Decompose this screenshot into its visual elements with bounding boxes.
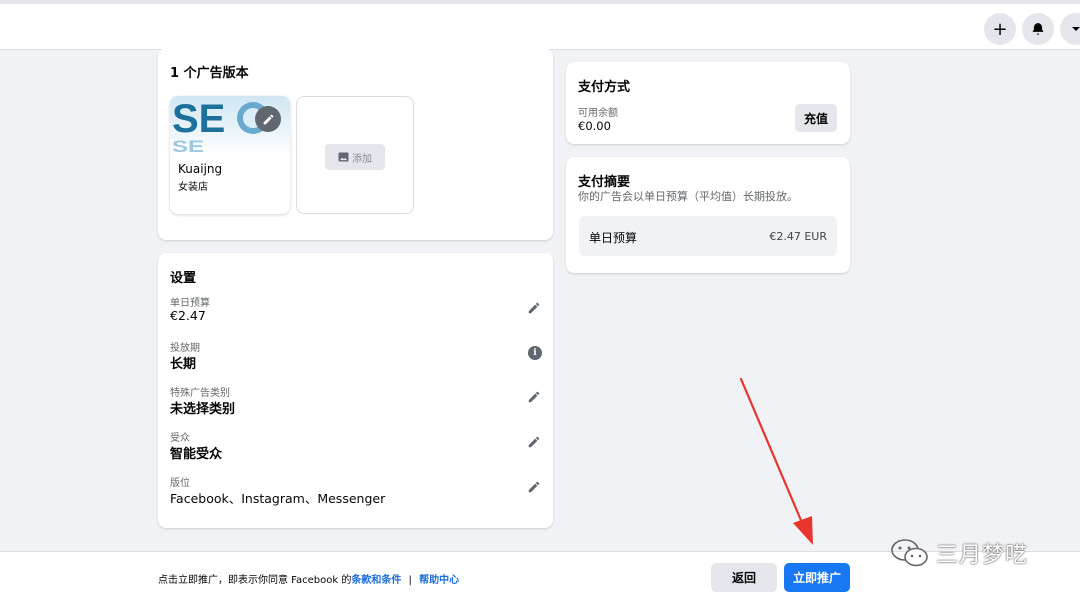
pencil-icon[interactable] — [527, 390, 541, 404]
footer-separator: | — [408, 575, 412, 586]
special-category-label: 特殊广告类别 — [170, 388, 230, 399]
ad-creatives-card: 1 个广告版本 SE SE Kuaijng 女装店 添加 — [158, 48, 553, 240]
pencil-icon[interactable] — [527, 480, 541, 494]
watermark: 三月梦呓 — [890, 537, 1028, 569]
placements-label: 版位 — [170, 478, 190, 489]
audience-label: 受众 — [170, 433, 190, 444]
image-icon — [338, 152, 349, 162]
balance-value: €0.00 — [578, 119, 611, 133]
bell-icon — [1032, 23, 1044, 35]
creatives-title: 1 个广告版本 — [170, 66, 249, 81]
duration-label: 投放期 — [170, 343, 200, 354]
add-creative-button[interactable]: 添加 — [325, 144, 385, 170]
duration-value: 长期 — [170, 357, 197, 372]
help-center-link[interactable]: 帮助中心 — [419, 575, 459, 586]
settings-card: 设置 单日预算 €2.47 投放期 长期 i 特殊广告类别 未选择类别 受众 智… — [158, 253, 553, 528]
daily-budget-value: €2.47 — [170, 308, 206, 323]
plus-icon: + — [992, 18, 1008, 40]
ad-creative-item[interactable]: SE SE Kuaijng 女装店 — [170, 96, 290, 214]
footer-notice-text: 点击立即推广，即表示你同意 Facebook 的 — [158, 575, 352, 586]
daily-budget-label: 单日预算 — [170, 298, 210, 309]
creative-subtitle: 女装店 — [178, 182, 208, 193]
settings-title: 设置 — [170, 271, 197, 286]
notifications-button[interactable] — [1022, 13, 1054, 45]
payment-method-title: 支付方式 — [578, 80, 631, 95]
payment-summary-description: 你的广告会以单日预算（平均值）长期投放。 — [578, 190, 798, 203]
back-button[interactable]: 返回 — [711, 563, 777, 592]
recharge-button[interactable]: 充值 — [795, 104, 837, 132]
add-creative-box: 添加 — [296, 96, 414, 214]
summary-budget-label: 单日预算 — [589, 231, 638, 245]
special-category-value: 未选择类别 — [170, 402, 236, 417]
info-icon[interactable]: i — [528, 346, 542, 360]
watermark-text: 三月梦呓 — [936, 543, 1029, 568]
summary-budget-value: €2.47 EUR — [769, 230, 827, 243]
audience-value: 智能受众 — [170, 447, 223, 462]
pencil-icon[interactable] — [527, 301, 541, 315]
footer-notice: 点击立即推广，即表示你同意 Facebook 的条款和条件 | 帮助中心 — [158, 571, 459, 586]
terms-link[interactable]: 条款和条件 — [351, 575, 401, 586]
annotation-arrow — [739, 377, 813, 545]
wechat-icon — [891, 539, 928, 567]
add-label: 添加 — [352, 153, 372, 165]
balance-label: 可用余额 — [578, 108, 618, 119]
promote-now-button[interactable]: 立即推广 — [784, 563, 850, 592]
account-menu-button[interactable] — [1060, 13, 1080, 45]
payment-method-card: 支付方式 可用余额 €0.00 充值 — [566, 62, 850, 144]
edit-creative-button[interactable] — [255, 106, 281, 132]
pencil-icon — [263, 114, 273, 124]
creative-name: Kuaijng — [178, 162, 223, 176]
payment-summary-card: 支付摘要 你的广告会以单日预算（平均值）长期投放。 单日预算 €2.47 EUR — [566, 157, 850, 273]
svg-text:SE: SE — [172, 97, 225, 141]
chevron-down-icon — [1072, 27, 1080, 31]
top-bar: + — [0, 0, 1080, 50]
create-button[interactable]: + — [984, 13, 1016, 45]
placements-value: Facebook、Instagram、Messenger — [170, 491, 386, 506]
summary-budget-row: 单日预算 €2.47 EUR — [579, 216, 837, 256]
svg-text:SE: SE — [172, 137, 204, 156]
pencil-icon[interactable] — [527, 435, 541, 449]
